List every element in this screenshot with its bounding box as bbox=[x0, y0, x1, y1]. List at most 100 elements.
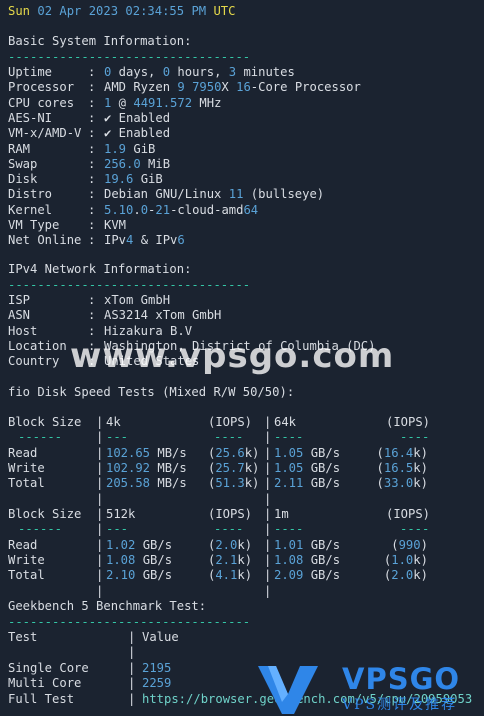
fio-left-iops: (25.6k) bbox=[208, 445, 260, 460]
geekbench-separator: | bbox=[128, 676, 136, 691]
divider: ---- bbox=[274, 430, 304, 445]
info-value: 19.6 GiB bbox=[104, 172, 163, 187]
fio-left-iops: (51.3k) bbox=[208, 476, 260, 491]
fio-separator: | bbox=[96, 430, 104, 445]
info-value: IPv4 & IPv6 bbox=[104, 233, 185, 248]
divider: ---- bbox=[400, 430, 430, 445]
info-colon: : bbox=[88, 218, 96, 232]
fio-op-label: Total bbox=[8, 568, 45, 583]
geekbench-test-heading: Test bbox=[8, 630, 38, 644]
info-label: Swap bbox=[8, 156, 38, 171]
watermark-text: www.vpsgo.com bbox=[70, 336, 395, 376]
info-label: Distro bbox=[8, 187, 53, 202]
divider: --------------------------------- bbox=[8, 278, 251, 292]
info-label: RAM bbox=[8, 141, 31, 156]
geekbench-value: 2195 bbox=[142, 661, 172, 675]
info-label: VM-x/AMD-V bbox=[8, 126, 82, 141]
info-colon: : bbox=[88, 202, 96, 217]
vpsgo-logo: VPSGO VPS测评及推荐 bbox=[258, 662, 484, 716]
fio-separator: | bbox=[96, 552, 104, 567]
divider: ------ bbox=[18, 522, 63, 537]
basic-section-title: Basic System Information: bbox=[8, 34, 192, 48]
info-label: Processor bbox=[8, 80, 75, 95]
info-value: 1 @ 4491.572 MHz bbox=[104, 95, 222, 110]
info-value: 1.9 GiB bbox=[104, 141, 156, 156]
info-colon: : bbox=[88, 141, 96, 156]
fio-right-iops: (33.0k) bbox=[376, 476, 428, 491]
info-colon: : bbox=[88, 233, 96, 248]
fio-separator: | bbox=[96, 445, 104, 460]
fio-block-label: Block Size bbox=[8, 415, 82, 429]
fio-separator: | bbox=[96, 460, 104, 475]
info-label: Net Online bbox=[8, 233, 82, 248]
fio-separator: | bbox=[264, 491, 272, 506]
divider: --------------------------------- bbox=[8, 615, 251, 629]
network-label: Location bbox=[8, 338, 67, 353]
ipv4-section-title: IPv4 Network Information: bbox=[8, 262, 192, 276]
fio-op-label: Write bbox=[8, 552, 45, 567]
fio-op-label: Write bbox=[8, 460, 45, 475]
fio-right-iops: (1.0k) bbox=[383, 552, 428, 567]
network-label: ISP bbox=[8, 293, 31, 307]
info-value: ✔ Enabled bbox=[104, 110, 171, 125]
divider: ---- bbox=[400, 522, 430, 537]
fio-separator: | bbox=[264, 507, 272, 521]
fio-left-speed: 1.02 GB/s bbox=[106, 537, 173, 552]
fio-right-speed: 2.11 GB/s bbox=[274, 476, 341, 491]
fio-left-speed: 205.58 MB/s bbox=[106, 476, 187, 491]
logo-subtext: VPS测评及推荐 bbox=[342, 697, 458, 713]
fio-right-speed: 1.01 GB/s bbox=[274, 537, 341, 552]
fio-separator: | bbox=[96, 522, 104, 537]
fio-separator: | bbox=[96, 537, 104, 552]
fio-separator: | bbox=[264, 568, 272, 583]
fio-right-iops: (16.4k) bbox=[376, 445, 428, 460]
fio-separator: | bbox=[264, 415, 272, 429]
geekbench-separator: | bbox=[128, 645, 136, 659]
fio-right-speed: 1.05 GB/s bbox=[274, 460, 341, 475]
network-value: AS3214 xTom GmbH bbox=[104, 308, 222, 323]
network-colon: : bbox=[88, 293, 96, 307]
fio-separator: | bbox=[96, 568, 104, 583]
fio-op-label: Read bbox=[8, 537, 38, 552]
fio-right-iops: (16.5k) bbox=[376, 460, 428, 475]
fio-separator: | bbox=[264, 430, 272, 445]
network-label: ASN bbox=[8, 308, 31, 323]
fio-block-size: 512k bbox=[106, 507, 136, 521]
date-line: Sun 02 Apr 2023 02:34:55 PM UTC bbox=[8, 4, 236, 18]
divider: ---- bbox=[274, 522, 304, 537]
fio-iops-label: (IOPS) bbox=[386, 507, 431, 521]
info-colon: : bbox=[88, 65, 96, 79]
fio-left-speed: 1.08 GB/s bbox=[106, 552, 173, 567]
vpsgo-v-icon bbox=[258, 666, 318, 714]
fio-separator: | bbox=[96, 415, 104, 429]
info-colon: : bbox=[88, 80, 96, 95]
info-colon: : bbox=[88, 95, 96, 110]
info-label: Kernel bbox=[8, 202, 53, 217]
divider: ------ bbox=[18, 430, 63, 445]
fio-block-size: 64k bbox=[274, 415, 297, 429]
info-value: 5.10.0-21-cloud-amd64 bbox=[104, 202, 259, 217]
info-value: 0 days, 0 hours, 3 minutes bbox=[104, 65, 295, 79]
fio-separator: | bbox=[264, 522, 272, 537]
geekbench-value: 2259 bbox=[142, 676, 172, 691]
fio-separator: | bbox=[264, 537, 272, 552]
info-value: Debian GNU/Linux 11 (bullseye) bbox=[104, 187, 325, 202]
fio-right-speed: 1.08 GB/s bbox=[274, 552, 341, 567]
fio-right-iops: (2.0k) bbox=[383, 568, 428, 583]
fio-left-speed: 102.92 MB/s bbox=[106, 460, 187, 475]
fio-left-iops: (2.0k) bbox=[208, 537, 253, 552]
info-colon: : bbox=[88, 156, 96, 171]
fio-op-label: Total bbox=[8, 476, 45, 491]
fio-left-iops: (2.1k) bbox=[208, 552, 253, 567]
info-value: KVM bbox=[104, 218, 127, 232]
divider: --- bbox=[106, 522, 129, 537]
fio-left-iops: (25.7k) bbox=[208, 460, 260, 475]
network-colon: : bbox=[88, 308, 96, 323]
geekbench-separator: | bbox=[128, 630, 136, 644]
fio-separator: | bbox=[264, 552, 272, 567]
geekbench-separator: | bbox=[128, 691, 136, 706]
info-label: Disk bbox=[8, 172, 38, 187]
info-label: AES-NI bbox=[8, 110, 53, 125]
divider: --- bbox=[106, 430, 129, 445]
fio-left-iops: (4.1k) bbox=[208, 568, 253, 583]
